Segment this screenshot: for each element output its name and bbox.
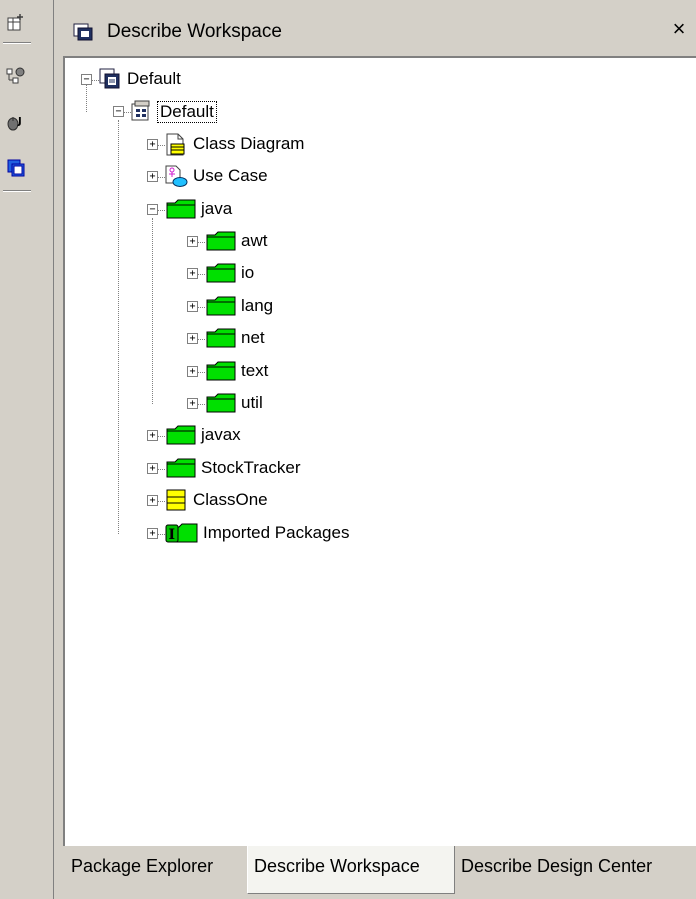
expand-toggle[interactable]: + <box>147 527 158 539</box>
model-link-icon[interactable] <box>5 65 27 87</box>
expand-toggle[interactable]: + <box>147 171 158 183</box>
folder-icon <box>205 327 237 354</box>
model-icon <box>131 100 153 127</box>
expand-toggle[interactable]: + <box>147 495 158 507</box>
expand-toggle[interactable]: + <box>187 268 198 280</box>
expand-toggle[interactable]: + <box>187 398 198 409</box>
tree-node[interactable]: + awt <box>65 228 685 256</box>
tree-node[interactable]: + javax <box>65 422 685 450</box>
tree-node-label: Default <box>157 101 217 124</box>
expand-toggle[interactable]: + <box>187 365 198 377</box>
tree-node-label: lang <box>241 295 274 315</box>
folder-icon <box>205 262 237 289</box>
tree-node-label: javax <box>201 425 241 445</box>
tree-node-label: awt <box>241 231 268 250</box>
folder-icon <box>205 230 237 257</box>
expand-toggle[interactable]: + <box>147 138 158 150</box>
tree-node[interactable]: + net <box>65 325 685 353</box>
tab-label: Describe Workspace <box>254 856 420 876</box>
folder-icon <box>165 457 197 484</box>
new-element-icon[interactable] <box>5 12 27 34</box>
panel-title: Describe Workspace <box>107 21 282 42</box>
java-bean-icon[interactable]: J <box>5 112 27 134</box>
tree-node-label: Default <box>127 69 181 88</box>
expand-toggle[interactable]: + <box>187 300 198 312</box>
tree-node[interactable]: + StockTracker <box>65 455 685 483</box>
tree-node-label: text <box>241 360 269 380</box>
tree-node-label: ClassOne <box>193 490 268 510</box>
workspace-root-icon <box>99 68 121 95</box>
collapse-toggle[interactable]: − <box>147 203 158 215</box>
tree-node-label: Class Diagram <box>193 133 305 153</box>
svg-text:I: I <box>169 527 176 543</box>
tab-describe-design-center[interactable]: Describe Design Center <box>455 846 696 894</box>
tab-label: Package Explorer <box>71 856 214 876</box>
imported-packages-icon: I <box>165 522 199 549</box>
panel-titlebar: Describe Workspace × <box>63 10 696 52</box>
workspace-title-icon <box>73 23 93 46</box>
expand-toggle[interactable]: + <box>147 430 158 442</box>
close-icon[interactable]: × <box>668 18 690 40</box>
folder-icon <box>205 295 237 322</box>
tab-describe-workspace[interactable]: Describe Workspace <box>247 846 455 894</box>
tree-node[interactable]: + lang <box>65 293 685 321</box>
tab-label: Describe Design Center <box>461 856 653 876</box>
class-icon <box>165 489 187 516</box>
workspace-icon[interactable] <box>5 157 27 179</box>
svg-text:J: J <box>17 116 22 127</box>
bottom-tab-strip: Package Explorer Describe Workspace Desc… <box>63 846 696 899</box>
tree-node[interactable]: + Use Case <box>65 163 685 191</box>
tree-node[interactable]: + Class Diagram <box>65 131 685 159</box>
tree-node[interactable]: − Default <box>65 98 685 126</box>
expand-toggle[interactable]: + <box>147 462 158 474</box>
folder-icon <box>165 198 197 225</box>
tree-node[interactable]: − java <box>65 196 685 224</box>
collapse-toggle[interactable]: − <box>113 106 124 118</box>
tab-package-explorer[interactable]: Package Explorer <box>65 846 248 894</box>
tree-node-label: java <box>201 198 233 218</box>
tree-node[interactable]: − Default <box>65 66 685 94</box>
tree-node[interactable]: + text <box>65 358 685 386</box>
tree-node[interactable]: + I Imported Packages <box>65 520 685 548</box>
tree-node-label: StockTracker <box>201 457 301 477</box>
class-diagram-icon <box>165 133 187 162</box>
tree-node-label: util <box>241 393 263 412</box>
tree-node[interactable]: + io <box>65 260 685 288</box>
folder-icon <box>165 424 197 451</box>
expand-toggle[interactable]: + <box>187 236 198 247</box>
tree-node-label: Use Case <box>193 166 268 186</box>
collapse-toggle[interactable]: − <box>81 74 92 85</box>
tree-node-label: io <box>241 263 255 283</box>
tree-node-label: net <box>241 328 265 348</box>
tree-node[interactable]: + util <box>65 390 685 418</box>
tree-node-label: Imported Packages <box>203 522 350 542</box>
left-toolbar: J <box>0 0 32 899</box>
use-case-icon <box>165 165 189 194</box>
expand-toggle[interactable]: + <box>187 333 198 345</box>
folder-icon <box>205 392 237 419</box>
tree-node[interactable]: + ClassOne <box>65 487 685 515</box>
folder-icon <box>205 360 237 387</box>
workspace-tree[interactable]: − Default − Default + Class Diagram + Use Case −… <box>63 56 696 846</box>
